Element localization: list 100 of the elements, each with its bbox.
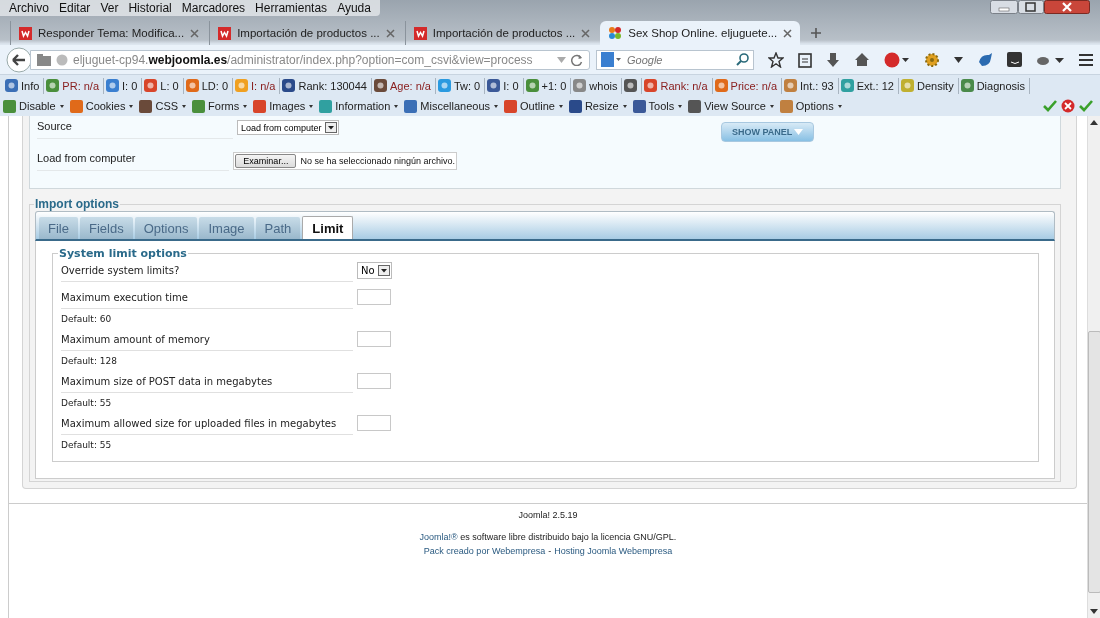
fieldset-legend: System limit options: [58, 247, 188, 260]
address-field[interactable]: eljuguet-cp94.webjoomla.es/administrator/index.php?option=com_csvi&view=process: [30, 49, 590, 70]
menu-icon[interactable]: [1078, 52, 1094, 67]
plus-icon[interactable]: [810, 27, 823, 39]
input-field[interactable]: [357, 415, 391, 431]
seo-metric[interactable]: L: 0: [160, 79, 179, 92]
toolbar-menu[interactable]: Options: [779, 99, 842, 113]
download-icon[interactable]: [826, 51, 840, 68]
dark-square-icon[interactable]: [1007, 52, 1022, 67]
addon-icon[interactable]: [960, 79, 974, 92]
input-field[interactable]: [357, 331, 391, 347]
toolbar-menu[interactable]: Images: [253, 99, 314, 113]
addon-icon[interactable]: [144, 79, 158, 92]
gear-icon[interactable]: [924, 51, 940, 68]
tab[interactable]: Limit: [302, 216, 354, 239]
seo-metric[interactable]: Rank: 130044: [298, 79, 367, 92]
caret-icon: [622, 104, 627, 108]
toolbar-menu[interactable]: Tools: [632, 99, 683, 113]
google-icon[interactable]: [601, 52, 621, 67]
addon-icon[interactable]: [644, 79, 658, 92]
scrollbar[interactable]: [1087, 116, 1100, 618]
credit-link[interactable]: Pack creado por Webempresa: [423, 546, 546, 556]
show-panel-button[interactable]: SHOW PANEL: [721, 122, 815, 142]
scroll-down-icon[interactable]: [1090, 609, 1098, 614]
close-icon[interactable]: [1044, 0, 1090, 14]
seo-metric[interactable]: LD: 0: [201, 79, 228, 92]
reload-icon[interactable]: [571, 53, 583, 66]
seo-metric[interactable]: Tw: 0: [453, 79, 481, 92]
seo-metric[interactable]: I: 0: [122, 79, 138, 92]
addon-icon[interactable]: [282, 79, 296, 92]
toolbar-menu[interactable]: Outline: [504, 99, 563, 113]
toolbar-menu[interactable]: Resize: [568, 99, 627, 113]
seo-metric[interactable]: I: 0: [503, 79, 519, 92]
toolbar-menu[interactable]: CSS: [139, 99, 187, 113]
field-label: Maximum size of POST data in megabytes: [61, 373, 353, 393]
addon-icon[interactable]: [373, 79, 387, 92]
hosting-link[interactable]: Hosting Joomla Webempresa: [554, 546, 673, 556]
toolbar-menu[interactable]: Disable: [3, 99, 64, 113]
seo-metric[interactable]: whois: [589, 79, 618, 92]
scroll-up-icon[interactable]: [1090, 120, 1098, 125]
field-label: Override system limits?: [61, 262, 353, 282]
override-select[interactable]: No: [357, 262, 392, 279]
dropdown-icon[interactable]: [954, 56, 963, 63]
error-icon[interactable]: [1061, 99, 1075, 113]
source-select[interactable]: Load from computer: [237, 120, 339, 135]
seo-metric[interactable]: +1: 0: [541, 79, 567, 92]
menu-item[interactable]: Herramientas: [250, 0, 333, 15]
field-label: Maximum execution time: [61, 289, 353, 309]
browser-tab[interactable]: Sex Shop Online. eljuguete...: [600, 21, 801, 45]
caret-icon: [558, 104, 563, 108]
seo-metric[interactable]: Info: [21, 79, 40, 92]
toolbar-menu[interactable]: Forms: [192, 99, 248, 113]
seo-metric[interactable]: PR: n/a: [62, 79, 100, 92]
search-field[interactable]: Google: [596, 49, 754, 70]
seo-metric[interactable]: Diagnosis: [976, 79, 1025, 92]
addon-icon: [779, 99, 793, 113]
license-text: Joomla!® es software libre distribuido bajo la licencia GNU/GPL.: [419, 532, 677, 542]
menu-item[interactable]: Editar: [54, 0, 96, 15]
toolbar-menu[interactable]: Miscellaneous: [404, 99, 499, 113]
toolbar-menu[interactable]: Cookies: [69, 99, 134, 113]
seo-metric[interactable]: Density: [916, 79, 954, 92]
input-field[interactable]: [357, 289, 391, 305]
seo-metric[interactable]: Ext.: 12: [856, 79, 894, 92]
check-icon[interactable]: [1043, 100, 1057, 112]
addon-icon[interactable]: [5, 79, 18, 92]
addon-icon[interactable]: [487, 79, 501, 92]
menu-item[interactable]: Ayuda: [332, 0, 376, 15]
close-icon[interactable]: [783, 28, 793, 38]
menu-item[interactable]: Marcadores: [176, 0, 251, 15]
addon-icon: [688, 99, 702, 113]
minimize-icon[interactable]: [990, 0, 1018, 14]
menu-item[interactable]: Ver: [95, 0, 124, 15]
input-field[interactable]: [357, 373, 391, 389]
addon-icon: [504, 99, 518, 113]
caret-icon: [394, 104, 399, 108]
search-icon[interactable]: [736, 53, 749, 66]
seo-metric[interactable]: Age: n/a: [389, 79, 431, 92]
addon-icon[interactable]: [46, 79, 60, 92]
toolbar-menu[interactable]: View Source: [688, 99, 774, 113]
seo-metric[interactable]: Price: n/a: [730, 79, 777, 92]
menu-item[interactable]: Historial: [123, 0, 177, 15]
addon-icon: [139, 99, 153, 113]
home-icon[interactable]: [854, 52, 870, 67]
scroll-thumb[interactable]: [1087, 331, 1100, 593]
addon-icon[interactable]: [624, 79, 638, 92]
seo-metric[interactable]: Int.: 93: [800, 79, 834, 92]
menu-item[interactable]: Archivo: [4, 0, 54, 15]
maximize-icon[interactable]: [1018, 0, 1044, 14]
joomla-link[interactable]: Joomla!®: [419, 532, 458, 542]
addon-icon[interactable]: [106, 79, 120, 92]
seo-metric[interactable]: I: n/a: [251, 79, 276, 92]
check-icon[interactable]: [1079, 100, 1093, 112]
browse-button[interactable]: Examinar...: [235, 154, 297, 168]
back-icon[interactable]: [6, 46, 32, 73]
clipboard-icon[interactable]: [798, 51, 812, 68]
seo-metric[interactable]: Rank: n/a: [660, 79, 708, 92]
star-icon[interactable]: [768, 51, 784, 68]
addon-icon[interactable]: [525, 79, 539, 92]
site-icon: [413, 26, 427, 40]
toolbar-menu[interactable]: Information: [319, 99, 399, 113]
